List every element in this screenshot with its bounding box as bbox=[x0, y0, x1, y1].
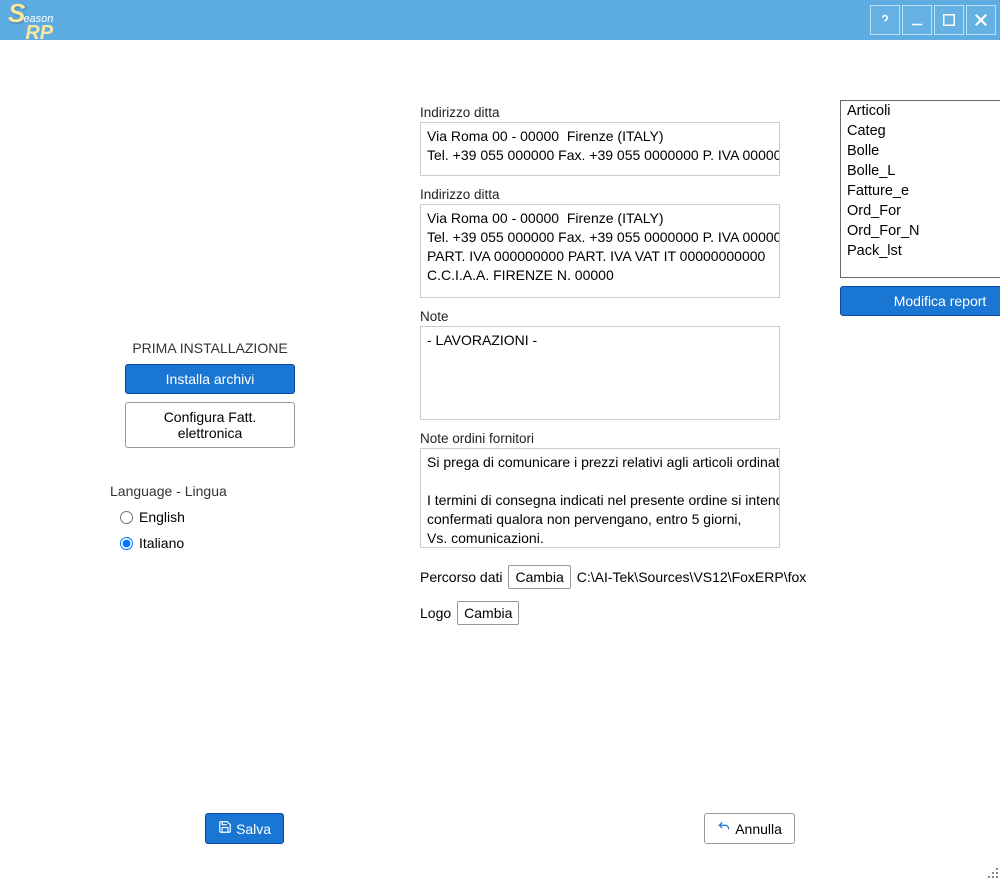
middle-panel: Indirizzo ditta Indirizzo ditta Note Not… bbox=[420, 60, 820, 880]
address2-label: Indirizzo ditta bbox=[420, 187, 820, 202]
datapath-change-button[interactable]: Cambia bbox=[508, 565, 570, 589]
config-einvoice-button[interactable]: Configura Fatt. elettronica bbox=[125, 402, 295, 448]
list-item[interactable]: Pack_lst bbox=[841, 241, 1000, 261]
logo-label: Logo bbox=[420, 605, 451, 621]
save-button[interactable]: Salva bbox=[205, 813, 284, 844]
note-orders-label: Note ordini fornitori bbox=[420, 431, 820, 446]
lang-english-option[interactable]: English bbox=[120, 509, 400, 525]
modify-report-button[interactable]: Modifica report bbox=[840, 286, 1000, 316]
list-item[interactable]: Ord_For_N bbox=[841, 221, 1000, 241]
lang-italian-label: Italiano bbox=[139, 535, 184, 551]
resize-grip[interactable] bbox=[984, 864, 998, 878]
install-archives-button[interactable]: Installa archivi bbox=[125, 364, 295, 394]
address1-input[interactable] bbox=[420, 122, 780, 176]
list-item[interactable]: Fatture_e bbox=[841, 181, 1000, 201]
install-header: PRIMA INSTALLAZIONE bbox=[20, 340, 400, 356]
left-panel: PRIMA INSTALLAZIONE Installa archivi Con… bbox=[20, 60, 400, 880]
list-item[interactable]: Categ bbox=[841, 121, 1000, 141]
list-item[interactable]: Bolle bbox=[841, 141, 1000, 161]
save-icon bbox=[218, 820, 232, 837]
save-label: Salva bbox=[236, 821, 271, 837]
window-controls bbox=[870, 5, 996, 35]
address1-label: Indirizzo ditta bbox=[420, 105, 820, 120]
list-item[interactable]: Bolle_L bbox=[841, 161, 1000, 181]
language-header: Language - Lingua bbox=[110, 483, 400, 499]
lang-english-label: English bbox=[139, 509, 185, 525]
titlebar: S eason RP bbox=[0, 0, 1000, 40]
datapath-value: C:\AI-Tek\Sources\VS12\FoxERP\fox bbox=[577, 569, 807, 585]
note-orders-input[interactable] bbox=[420, 448, 780, 548]
maximize-button[interactable] bbox=[934, 5, 964, 35]
report-listbox[interactable]: Articoli Categ Bolle Bolle_L Fatture_e O… bbox=[840, 100, 1000, 278]
address2-input[interactable] bbox=[420, 204, 780, 298]
undo-icon bbox=[717, 820, 731, 837]
lang-english-radio[interactable] bbox=[120, 511, 133, 524]
note-label: Note bbox=[420, 309, 820, 324]
minimize-button[interactable] bbox=[902, 5, 932, 35]
note-input[interactable] bbox=[420, 326, 780, 420]
right-panel: Articoli Categ Bolle Bolle_L Fatture_e O… bbox=[840, 60, 1000, 880]
cancel-label: Annulla bbox=[735, 821, 782, 837]
close-button[interactable] bbox=[966, 5, 996, 35]
list-item[interactable]: Articoli bbox=[841, 101, 1000, 121]
list-item[interactable]: Ord_For bbox=[841, 201, 1000, 221]
cancel-button[interactable]: Annulla bbox=[704, 813, 795, 844]
datapath-label: Percorso dati bbox=[420, 569, 502, 585]
lang-italian-radio[interactable] bbox=[120, 537, 133, 550]
logo-change-button[interactable]: Cambia bbox=[457, 601, 519, 625]
bottom-bar: Salva Annulla bbox=[0, 813, 1000, 852]
help-button[interactable] bbox=[870, 5, 900, 35]
lang-italian-option[interactable]: Italiano bbox=[120, 535, 400, 551]
app-logo: S eason RP bbox=[8, 0, 53, 42]
